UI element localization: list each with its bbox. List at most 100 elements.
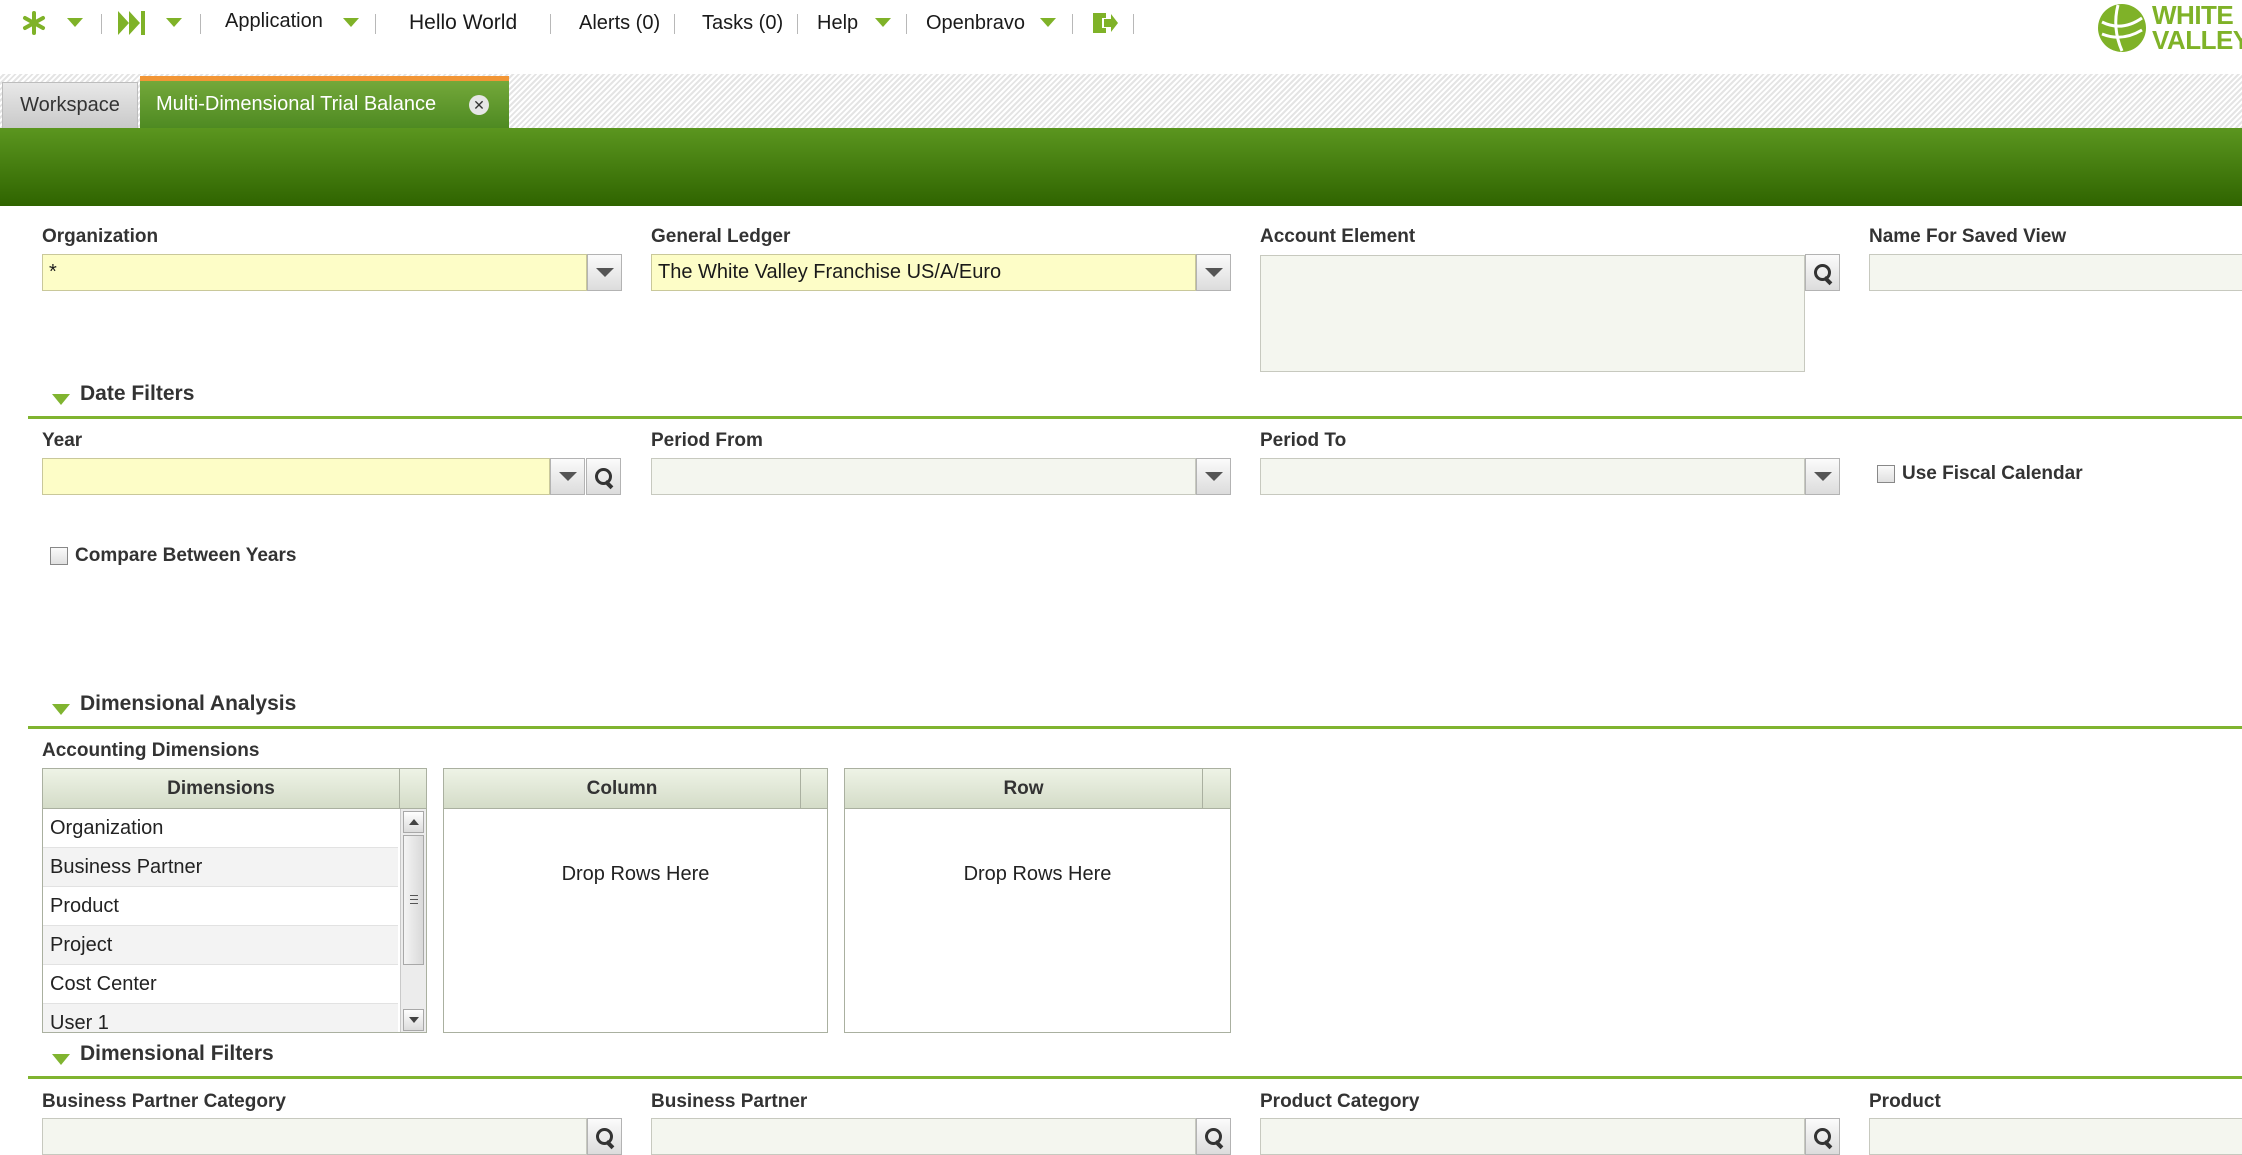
search-icon <box>593 466 615 489</box>
user-menu-label: Openbravo <box>926 11 1025 34</box>
row-dimensions-grid[interactable]: Row Drop Rows Here <box>844 768 1231 1033</box>
period-from-label: Period From <box>651 430 763 451</box>
business-partner-category-search-button[interactable] <box>587 1118 622 1155</box>
use-fiscal-calendar-label: Use Fiscal Calendar <box>1902 463 2083 484</box>
business-partner-label: Business Partner <box>651 1091 808 1112</box>
period-from-dropdown-button[interactable] <box>1196 458 1231 495</box>
list-item[interactable]: Project <box>43 926 398 965</box>
scrollbar-thumb[interactable] <box>403 835 424 965</box>
list-item[interactable]: Product <box>43 887 398 926</box>
account-element-textarea[interactable] <box>1260 255 1805 372</box>
business-partner-category-input[interactable] <box>42 1118 587 1155</box>
tab-bar: Workspace Multi-Dimensional Trial Balanc… <box>0 74 2242 128</box>
nav-separator <box>906 14 907 34</box>
period-from-input[interactable] <box>651 458 1196 495</box>
dimension-label: Organization <box>50 816 164 839</box>
scroll-up-button[interactable] <box>403 811 424 833</box>
top-navigation-bar: Application Hello World Alerts (0) Tasks… <box>0 0 2242 60</box>
search-icon <box>594 1126 616 1149</box>
list-item[interactable]: Organization <box>43 809 398 848</box>
dimensions-grid-header[interactable]: Dimensions <box>43 769 400 809</box>
nav-separator <box>1072 14 1073 34</box>
product-category-input[interactable] <box>1260 1118 1805 1155</box>
column-dimensions-grid[interactable]: Column Drop Rows Here <box>443 768 828 1033</box>
nav-separator <box>1133 14 1134 34</box>
tab-workspace[interactable]: Workspace <box>2 82 138 128</box>
help-dropdown-icon[interactable] <box>875 18 891 27</box>
nav-separator <box>375 14 376 34</box>
grid-header-corner <box>1203 769 1230 809</box>
year-search-button[interactable] <box>586 458 621 495</box>
user-menu-button[interactable]: Openbravo <box>926 0 1025 46</box>
user-dropdown-icon[interactable] <box>1040 18 1056 27</box>
date-filters-title: Date Filters <box>80 382 195 405</box>
quick-launch-dropdown-icon[interactable] <box>67 18 83 27</box>
search-icon <box>1203 1126 1225 1149</box>
general-ledger-dropdown-button[interactable] <box>1196 254 1231 291</box>
logout-icon[interactable] <box>1091 11 1119 35</box>
chevron-down-icon <box>1813 472 1832 481</box>
logo-globe-icon <box>2098 4 2146 52</box>
quick-create-icon[interactable] <box>118 11 146 35</box>
collapse-arrow-icon <box>52 394 70 405</box>
organization-dropdown-button[interactable] <box>587 254 622 291</box>
dimension-label: Product <box>50 894 119 917</box>
account-element-search-button[interactable] <box>1805 254 1840 291</box>
tasks-link[interactable]: Tasks (0) <box>702 0 783 46</box>
quick-launch-icon[interactable] <box>21 10 47 36</box>
product-category-search-button[interactable] <box>1805 1118 1840 1155</box>
date-filters-section-header[interactable]: Date Filters <box>28 380 2242 419</box>
hello-world-link[interactable]: Hello World <box>409 0 517 46</box>
business-partner-input[interactable] <box>651 1118 1196 1155</box>
grid-header-corner <box>400 769 426 809</box>
close-tab-icon[interactable]: ✕ <box>469 95 489 115</box>
quick-create-dropdown-icon[interactable] <box>166 18 182 27</box>
help-menu-button[interactable]: Help <box>817 0 858 46</box>
list-item[interactable]: Business Partner <box>43 848 398 887</box>
tab-multi-dimensional-trial-balance[interactable]: Multi-Dimensional Trial Balance ✕ <box>140 76 509 128</box>
dimensions-scrollbar[interactable] <box>400 809 426 1032</box>
search-icon <box>1812 262 1834 285</box>
dimension-label: Project <box>50 933 113 956</box>
application-menu-dropdown-icon[interactable] <box>343 18 359 27</box>
tab-workspace-label: Workspace <box>20 94 120 116</box>
year-dropdown-button[interactable] <box>550 458 585 495</box>
list-item[interactable]: User 1 <box>43 1004 398 1033</box>
help-menu-label: Help <box>817 11 859 34</box>
arrow-down-icon <box>409 1017 419 1023</box>
dimensional-analysis-section-header[interactable]: Dimensional Analysis <box>28 690 2242 729</box>
dimensions-grid[interactable]: Dimensions Organization Business Partner… <box>42 768 427 1033</box>
saved-view-name-input[interactable] <box>1869 254 2242 291</box>
general-ledger-input[interactable]: The White Valley Franchise US/A/Euro <box>651 254 1196 291</box>
organization-input[interactable]: * <box>42 254 587 291</box>
accounting-dimensions-label: Accounting Dimensions <box>42 740 260 761</box>
period-to-input[interactable] <box>1260 458 1805 495</box>
dimension-label: Business Partner <box>50 855 203 878</box>
logo-line-2: VALLEY <box>2152 25 2242 55</box>
compare-between-years-checkbox[interactable] <box>50 547 68 565</box>
use-fiscal-calendar-checkbox-row[interactable]: Use Fiscal Calendar <box>1877 463 2083 485</box>
period-to-dropdown-button[interactable] <box>1805 458 1840 495</box>
application-menu-button[interactable]: Application <box>225 0 323 44</box>
dimension-label: User 1 <box>50 1011 109 1033</box>
chevron-down-icon <box>1204 268 1223 277</box>
business-partner-search-button[interactable] <box>1196 1118 1231 1155</box>
product-input[interactable] <box>1869 1118 2242 1155</box>
alerts-link[interactable]: Alerts (0) <box>579 0 660 46</box>
dimensions-header-label: Dimensions <box>167 777 275 799</box>
compare-between-years-checkbox-row[interactable]: Compare Between Years <box>50 545 296 567</box>
scroll-down-button[interactable] <box>403 1009 424 1031</box>
column-grid-header[interactable]: Column <box>444 769 801 809</box>
use-fiscal-calendar-checkbox[interactable] <box>1877 465 1895 483</box>
nav-separator <box>674 14 675 34</box>
list-item[interactable]: Cost Center <box>43 965 398 1004</box>
year-input[interactable] <box>42 458 550 495</box>
nav-separator <box>101 14 102 34</box>
grip-line <box>410 899 418 900</box>
dimensional-filters-section-header[interactable]: Dimensional Filters <box>28 1040 2242 1079</box>
row-grid-header[interactable]: Row <box>845 769 1203 809</box>
row-drop-placeholder: Drop Rows Here <box>963 863 1112 885</box>
product-label: Product <box>1869 1091 1941 1112</box>
chevron-down-icon <box>595 268 614 277</box>
arrow-up-icon <box>409 819 419 825</box>
